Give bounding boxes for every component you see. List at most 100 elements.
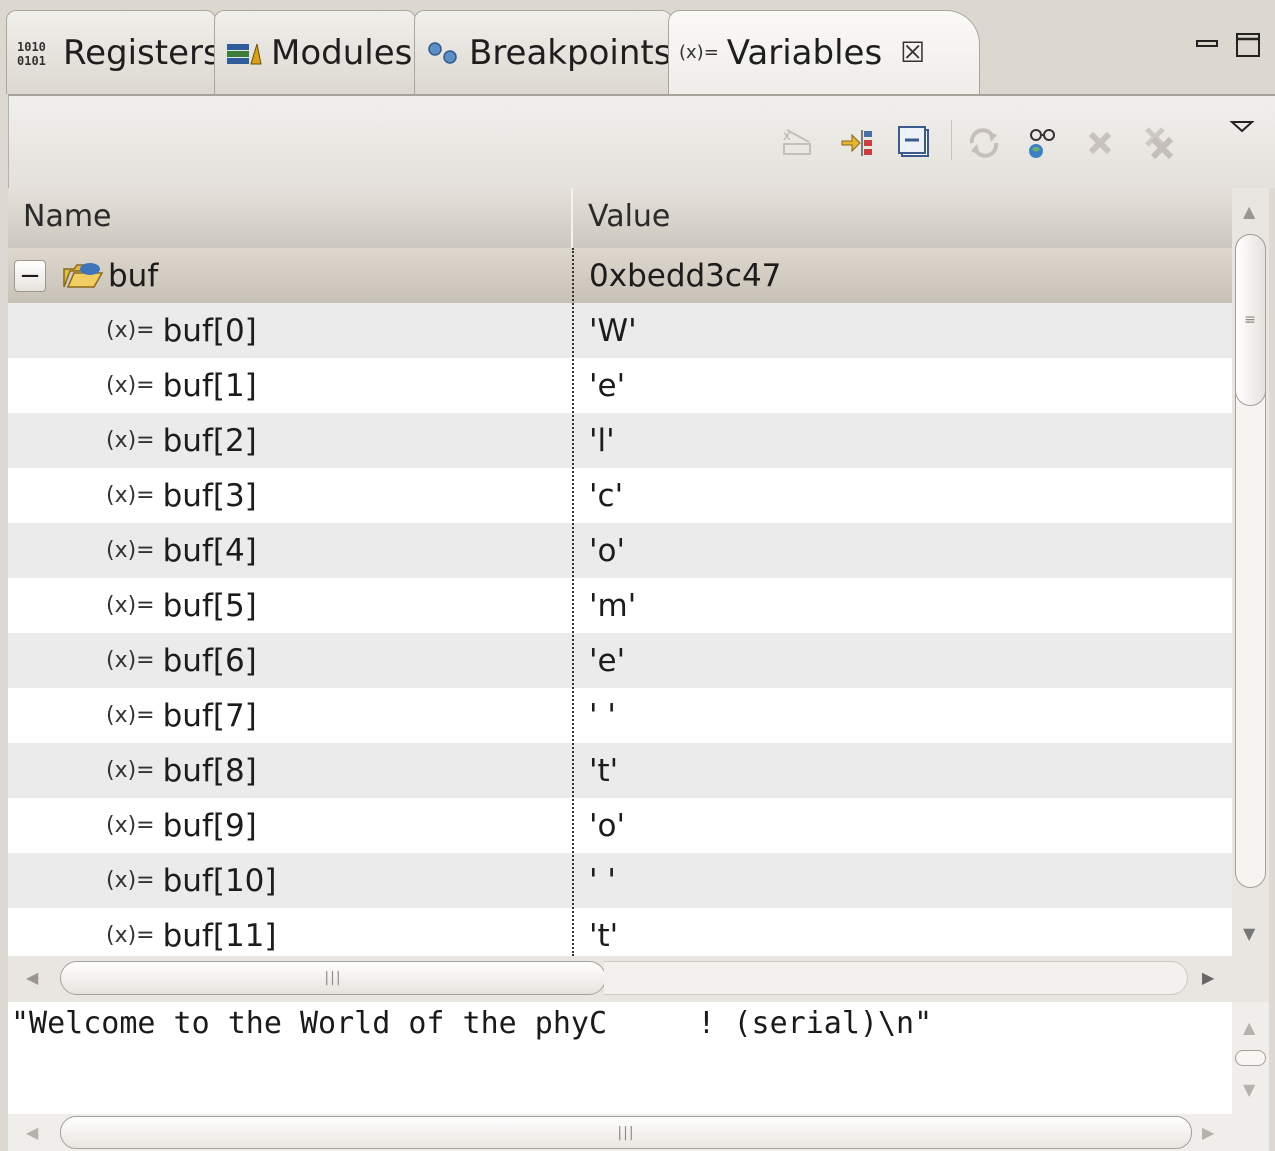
variable-name: buf[0] (162, 312, 257, 349)
minimize-icon[interactable] (1194, 32, 1220, 58)
scroll-down-arrow-icon[interactable]: ▼ (1243, 924, 1255, 943)
close-icon[interactable]: ☒ (900, 36, 925, 69)
show-logical-structure-icon[interactable] (839, 124, 877, 162)
modules-icon (225, 38, 263, 68)
variable-name: buf[2] (162, 422, 257, 459)
name-cell: (x)= buf[10] (8, 853, 572, 908)
scrollbar-thumb[interactable]: ||| (60, 961, 606, 995)
view-toolbar: x (8, 96, 1275, 188)
scroll-down-arrow-icon[interactable]: ▼ (1243, 1080, 1255, 1099)
tab-label: Variables (726, 32, 883, 73)
variable-name: buf[11] (162, 917, 277, 954)
variable-value: 'W' (589, 312, 637, 349)
variable-icon: (x)= (106, 483, 155, 508)
variable-value: 'e' (589, 367, 626, 404)
tab-label: Breakpoints (469, 32, 672, 73)
scroll-right-arrow-icon[interactable]: ▶ (1202, 968, 1214, 987)
details-pane[interactable]: "Welcome to the World of the phyC ! (ser… (8, 1002, 1232, 1114)
refresh-icon[interactable] (965, 124, 1003, 162)
variable-name: buf[5] (162, 587, 257, 624)
table-row[interactable]: (x)= buf[11] 't' (8, 908, 1232, 956)
name-cell: (x)= buf[9] (8, 798, 572, 853)
name-cell: (x)= buf[6] (8, 633, 572, 688)
name-cell: (x)= buf[8] (8, 743, 572, 798)
pointer-folder-icon (62, 257, 104, 301)
table-row[interactable]: (x)= buf[3] 'c' (8, 468, 1232, 523)
scrollbar-track (604, 961, 1188, 995)
variable-icon: (x)= (106, 538, 155, 563)
tab-modules[interactable]: Modules (214, 10, 416, 94)
table-row-buf[interactable]: − buf 0xbedd3c47 (8, 248, 1232, 303)
tab-label: Registers (63, 32, 221, 73)
table-header: Name Value (8, 188, 1232, 248)
scroll-left-arrow-icon[interactable]: ◀ (26, 1123, 38, 1142)
details-vertical-scrollbar[interactable]: ▲ ▼ (1232, 1002, 1269, 1114)
variable-icon: (x)= (106, 373, 155, 398)
table-row[interactable]: (x)= buf[0] 'W' (8, 303, 1232, 358)
grip-icon: ||| (324, 970, 342, 986)
variable-value: 'o' (589, 807, 626, 844)
details-value-text[interactable]: "Welcome to the World of the phyC ! (ser… (11, 1006, 932, 1041)
variable-value: 'c' (589, 477, 624, 514)
name-cell: (x)= buf[11] (8, 908, 572, 956)
table-row[interactable]: (x)= buf[1] 'e' (8, 358, 1232, 413)
scrollbar-thumb[interactable] (1235, 1050, 1266, 1066)
scroll-left-arrow-icon[interactable]: ◀ (26, 968, 38, 987)
add-watch-expression-icon[interactable] (1023, 124, 1061, 162)
table-row[interactable]: (x)= buf[7] ' ' (8, 688, 1232, 743)
svg-text:1010: 1010 (17, 40, 46, 54)
tab-breakpoints[interactable]: Breakpoints (414, 10, 672, 94)
show-type-names-icon[interactable]: x (779, 124, 817, 162)
table-row[interactable]: (x)= buf[5] 'm' (8, 578, 1232, 633)
variable-icon: (x)= (106, 428, 155, 453)
view-menu-icon[interactable] (1223, 108, 1261, 146)
table-row[interactable]: (x)= buf[8] 't' (8, 743, 1232, 798)
variable-icon: (x)= (106, 318, 155, 343)
name-cell: − buf (8, 248, 572, 303)
variable-value: ' ' (589, 697, 616, 734)
variable-value: 'e' (589, 642, 626, 679)
variable-icon: (x)= (106, 758, 155, 783)
tab-label: Modules (271, 32, 413, 73)
variable-value: 'm' (589, 587, 637, 624)
tab-registers[interactable]: 1010 0101 Registers (6, 10, 221, 94)
variable-icon: (x)= (106, 813, 155, 838)
view-tab-bar: 1010 0101 Registers Modules Breakpoints … (0, 0, 1275, 96)
variable-name: buf[7] (162, 697, 257, 734)
table-vertical-scrollbar[interactable]: ▲ ≡ ▼ (1232, 188, 1269, 956)
scrollbar-thumb[interactable]: ≡ (1235, 234, 1266, 406)
maximize-icon[interactable] (1234, 32, 1262, 58)
variable-name: buf (108, 257, 159, 294)
breakpoints-icon (425, 38, 461, 68)
variable-name: buf[8] (162, 752, 257, 789)
tab-variables[interactable]: (x)= Variables ☒ (668, 10, 980, 94)
table-horizontal-scrollbar[interactable]: ◀ ||| ▶ (8, 956, 1269, 1002)
table-row[interactable]: (x)= buf[10] ' ' (8, 853, 1232, 908)
scroll-up-arrow-icon[interactable]: ▲ (1243, 202, 1255, 221)
scrollbar-thumb[interactable]: ||| (60, 1116, 1192, 1149)
variable-name: buf[4] (162, 532, 257, 569)
table-row[interactable]: (x)= buf[9] 'o' (8, 798, 1232, 853)
variable-icon: (x)= (106, 648, 155, 673)
variable-value: 'l' (589, 422, 615, 459)
collapse-toggle-icon[interactable]: − (14, 260, 46, 292)
collapse-all-icon[interactable] (895, 124, 933, 162)
variable-name: buf[3] (162, 477, 257, 514)
variable-name: buf[9] (162, 807, 257, 844)
scroll-right-arrow-icon[interactable]: ▶ (1202, 1123, 1214, 1142)
scroll-up-arrow-icon[interactable]: ▲ (1243, 1018, 1255, 1037)
remove-icon[interactable] (1081, 124, 1119, 162)
column-header-name[interactable]: Name (8, 188, 571, 248)
grip-icon: ||| (617, 1124, 635, 1141)
column-divider (572, 248, 574, 956)
remove-all-icon[interactable] (1139, 124, 1177, 162)
name-cell: (x)= buf[1] (8, 358, 572, 413)
name-cell: (x)= buf[2] (8, 413, 572, 468)
variable-name: buf[10] (162, 862, 277, 899)
details-horizontal-scrollbar[interactable]: ◀ ||| ▶ (8, 1114, 1269, 1151)
table-row[interactable]: (x)= buf[6] 'e' (8, 633, 1232, 688)
table-row[interactable]: (x)= buf[2] 'l' (8, 413, 1232, 468)
column-header-value[interactable]: Value (573, 188, 1232, 248)
table-row[interactable]: (x)= buf[4] 'o' (8, 523, 1232, 578)
variable-name: buf[1] (162, 367, 257, 404)
